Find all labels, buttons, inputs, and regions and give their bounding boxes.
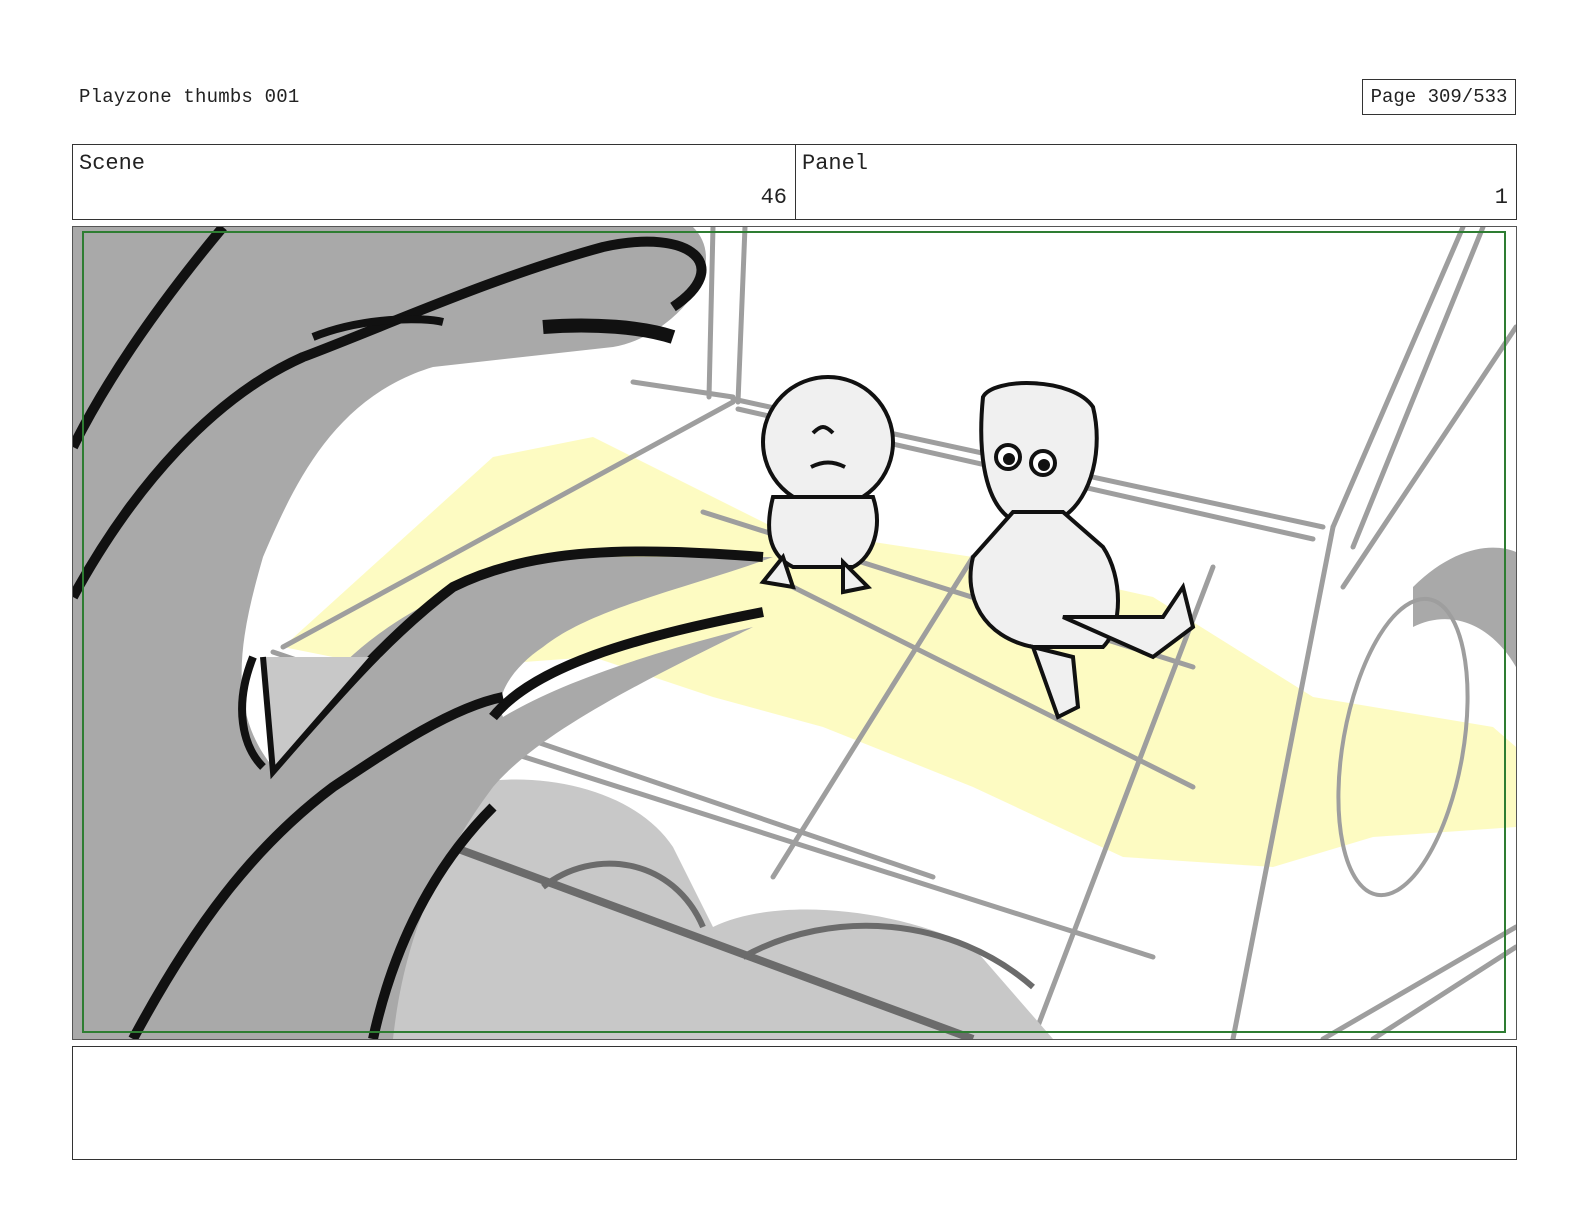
doc-title: Playzone thumbs 001 [79, 86, 300, 108]
notes-box [72, 1046, 1517, 1160]
scene-box: Scene 46 [72, 144, 796, 220]
panel-box: Panel 1 [795, 144, 1517, 220]
storyboard-frame [72, 226, 1517, 1040]
panel-label: Panel [802, 151, 869, 176]
scene-number: 46 [760, 185, 787, 210]
storyboard-drawing [73, 227, 1516, 1039]
panel-number: 1 [1494, 185, 1508, 210]
page-number-badge: Page 309/533 [1362, 79, 1516, 115]
scene-label: Scene [79, 151, 146, 176]
